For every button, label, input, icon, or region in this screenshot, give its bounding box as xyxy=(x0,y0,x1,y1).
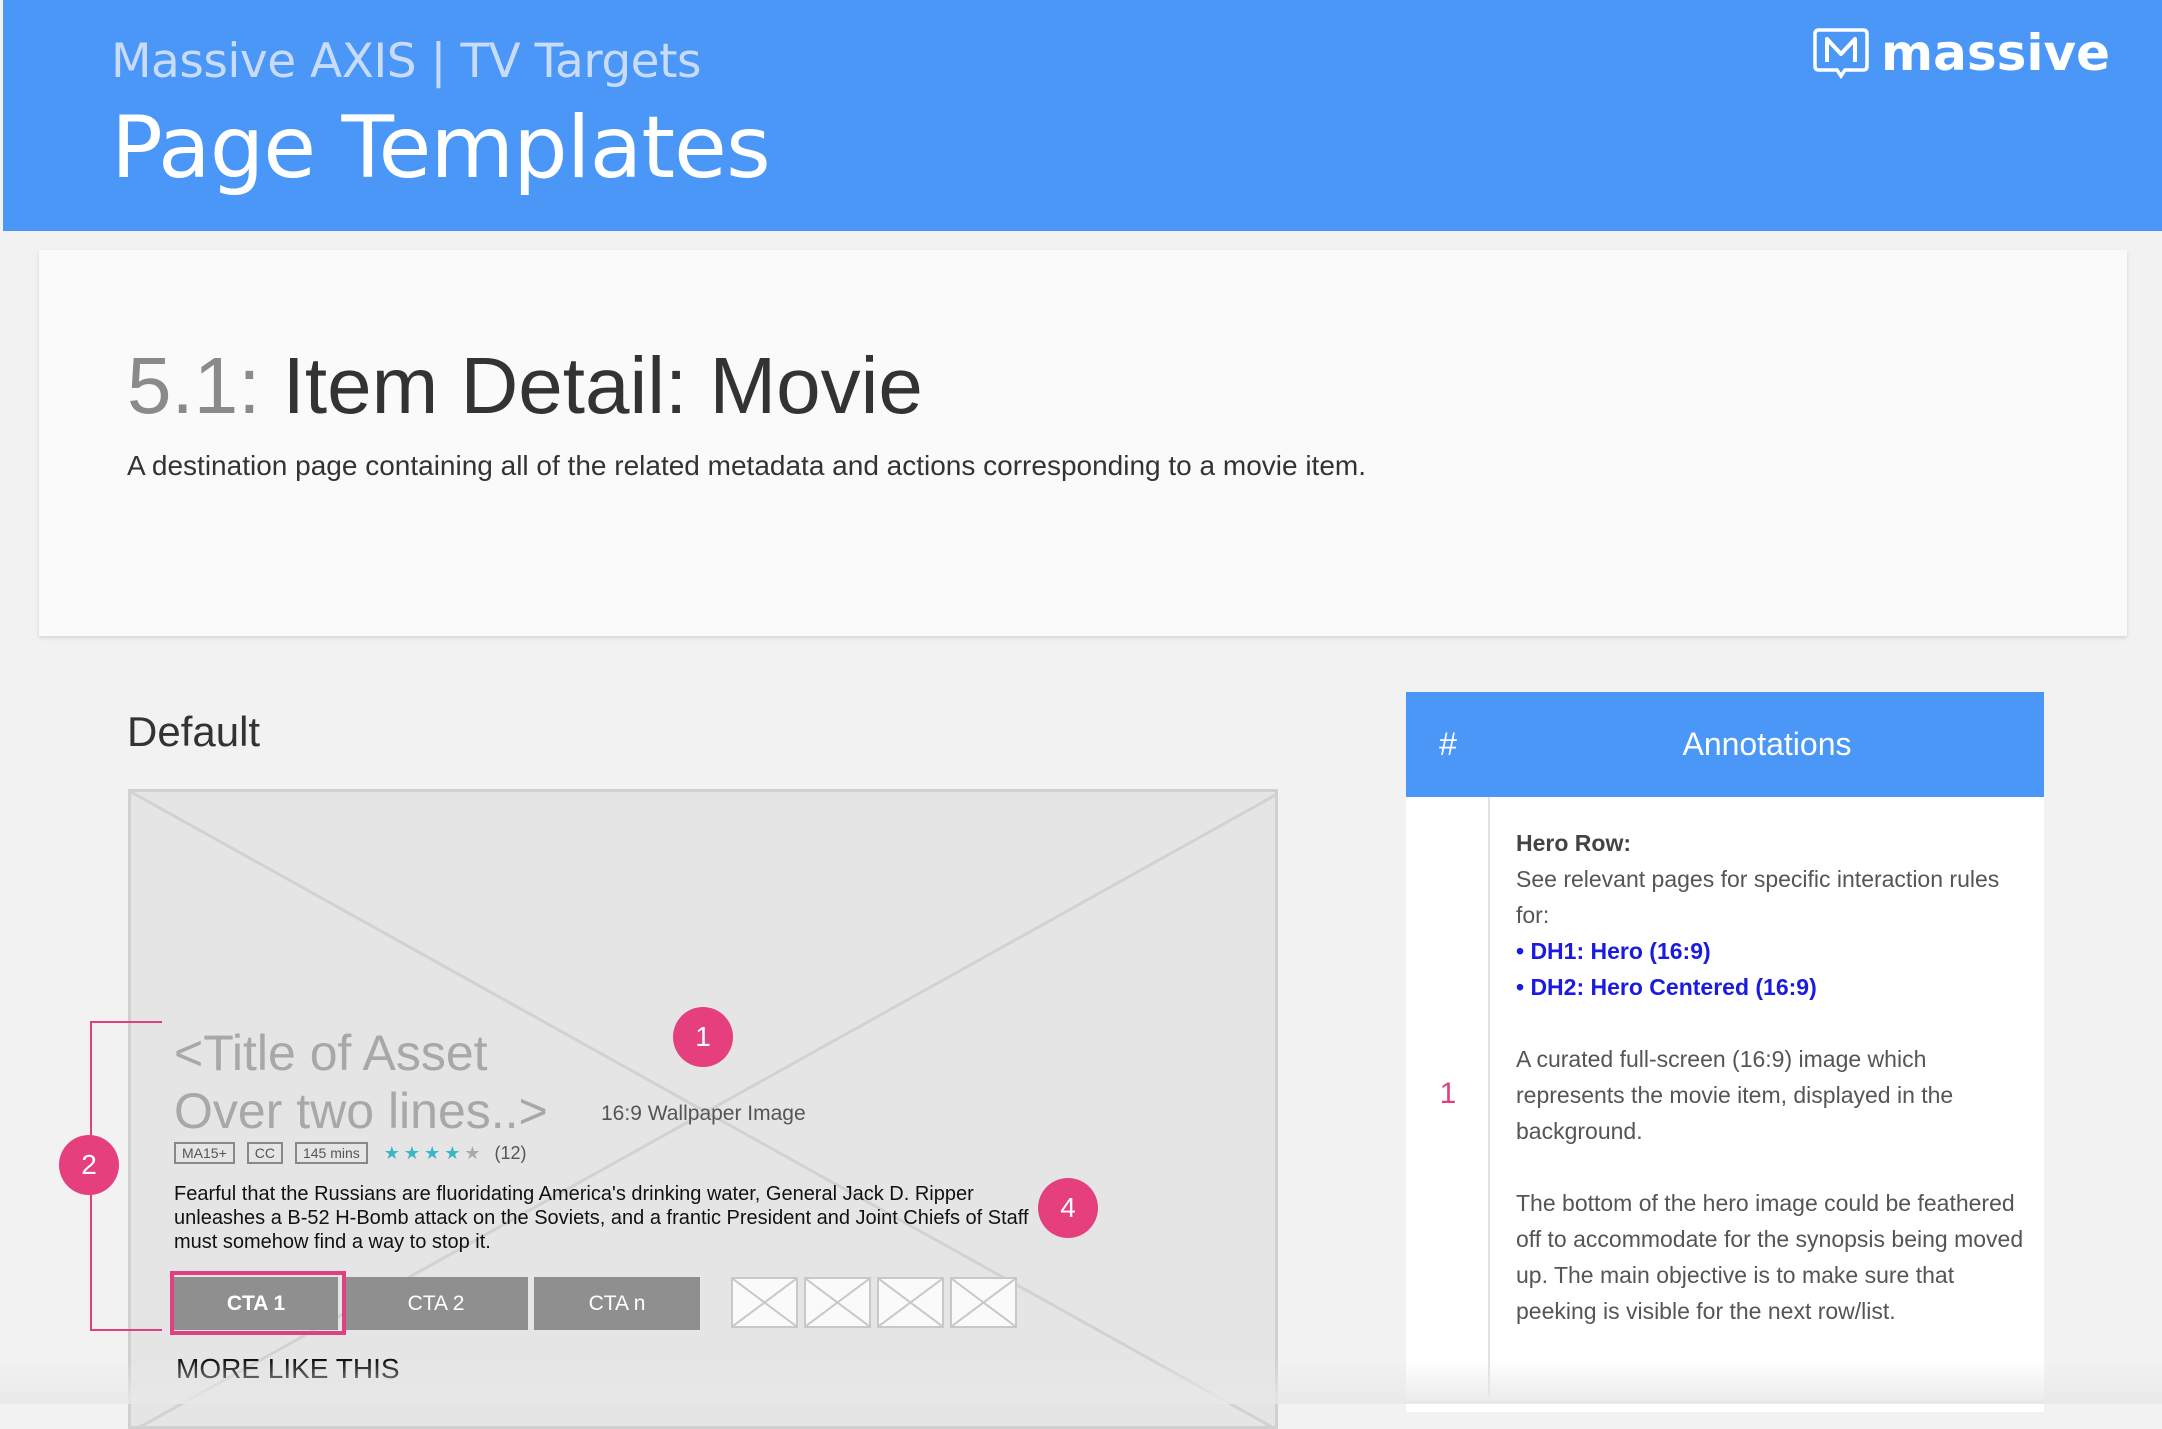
annotation-row-number: 1 xyxy=(1439,1077,1457,1110)
header-subtitle: Massive AXIS | TV Targets xyxy=(111,34,702,89)
annotation-intro: See relevant pages for specific interact… xyxy=(1516,866,2000,928)
asset-title-line2: Over two lines..> xyxy=(174,1083,548,1139)
link-dh2-hero-centered[interactable]: • DH2: Hero Centered (16:9) xyxy=(1516,969,2026,1005)
icon-placeholder-button[interactable] xyxy=(731,1277,798,1328)
synopsis: Fearful that the Russians are fluoridati… xyxy=(174,1183,1029,1253)
annotations-panel: # Annotations 1 Hero Row: See relevant p… xyxy=(1406,692,2044,1412)
section-number: 5.1: xyxy=(127,341,261,430)
cc-badge: CC xyxy=(246,1142,283,1164)
header-banner: Massive AXIS | TV Targets Page Templates… xyxy=(3,0,2162,231)
annotation-row: 1 Hero Row: See relevant pages for speci… xyxy=(1406,797,2044,1403)
focus-highlight xyxy=(170,1271,346,1335)
annotation-marker-2[interactable]: 2 xyxy=(59,1135,119,1195)
annotations-number-header: # xyxy=(1439,726,1457,762)
duration-badge: 145 mins xyxy=(294,1142,368,1164)
annotation-text: Hero Row: See relevant pages for specifi… xyxy=(1516,825,2026,1329)
annotation-heading: Hero Row: xyxy=(1516,830,1631,856)
cta-2-button[interactable]: CTA 2 xyxy=(344,1277,528,1330)
rating-badge: MA15+ xyxy=(174,1142,235,1164)
annotation-marker-4[interactable]: 4 xyxy=(1038,1178,1098,1238)
link-dh1-hero[interactable]: • DH1: Hero (16:9) xyxy=(1516,933,2026,969)
massive-logo: massive xyxy=(1811,24,2110,82)
metadata-row: MA15+ CC 145 mins ★★★★★ (12) xyxy=(174,1142,527,1164)
section-description: A destination page containing all of the… xyxy=(127,450,1367,481)
section-title: 5.1: Item Detail: Movie xyxy=(127,340,923,432)
wallpaper-label: 16:9 Wallpaper Image xyxy=(601,1102,806,1125)
star-rating-icon: ★★★★★ xyxy=(383,1142,485,1163)
icon-placeholder-button[interactable] xyxy=(804,1277,871,1328)
asset-title-line1: <Title of Asset xyxy=(174,1025,488,1081)
annotations-header: # Annotations xyxy=(1406,692,2044,797)
section-title-text: Item Detail: Movie xyxy=(282,341,923,430)
rating-count: (12) xyxy=(494,1142,527,1163)
annotation-paragraph-2: The bottom of the hero image could be fe… xyxy=(1516,1190,2024,1324)
icon-placeholder-button[interactable] xyxy=(877,1277,944,1328)
annotations-title: Annotations xyxy=(1682,726,1852,762)
asset-title: <Title of Asset Over two lines..> xyxy=(174,1024,594,1140)
annotation-marker-1[interactable]: 1 xyxy=(673,1007,733,1067)
cta-n-button[interactable]: CTA n xyxy=(534,1277,700,1330)
section-intro-card: 5.1: Item Detail: Movie A destination pa… xyxy=(39,250,2127,636)
massive-m-icon xyxy=(1813,28,1869,80)
header-title: Page Templates xyxy=(111,98,771,198)
logo-text: massive xyxy=(1880,24,2110,82)
bottom-fade xyxy=(0,1360,2162,1404)
variant-label: Default xyxy=(127,708,261,755)
annotation-paragraph-1: A curated full-screen (16:9) image which… xyxy=(1516,1046,1954,1144)
icon-placeholder-button[interactable] xyxy=(950,1277,1017,1328)
icon-button-group xyxy=(731,1277,1023,1330)
